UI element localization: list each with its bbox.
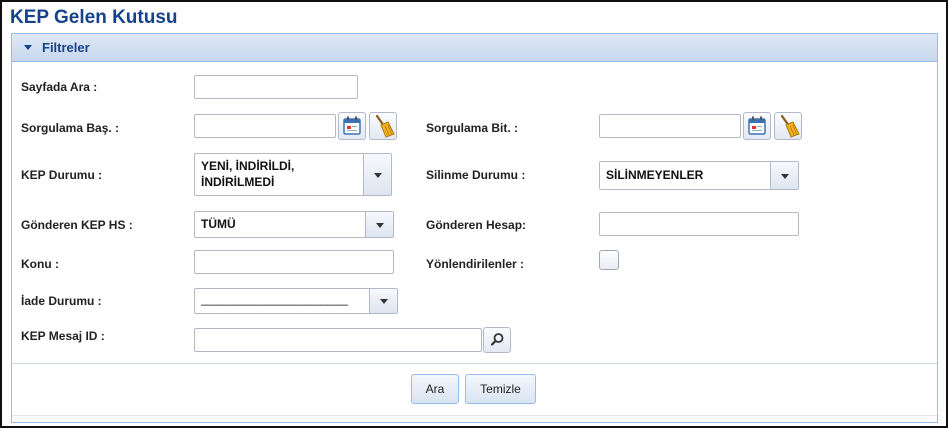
calendar-icon [343,116,361,135]
query-end-label: Sorgulama Bit. : [426,121,519,135]
magnifier-icon [490,333,504,346]
kep-message-id-input[interactable] [194,328,482,352]
kep-message-id-label: KEP Mesaj ID : [21,329,105,343]
kep-status-value-line1: YENİ, İNDİRİLDİ, [201,159,295,173]
filter-panel: Filtreler Sayfada Ara : Sorgulama Baş. : [11,33,938,423]
kep-status-value-line2: İNDİRİLMEDİ [201,175,275,189]
broom-icon [780,114,800,138]
sender-kep-hs-value: TÜMÜ [201,217,236,231]
deletion-status-label: Silinme Durumu : [426,168,526,182]
search-in-page-label: Sayfada Ara : [21,80,98,94]
query-end-calendar-button[interactable] [743,112,771,140]
kep-status-label: KEP Durumu : [21,168,103,182]
return-status-label: İade Durumu : [21,294,102,308]
query-start-date-input[interactable] [194,114,336,138]
query-start-calendar-button[interactable] [338,112,366,140]
deletion-status-value: SİLİNMEYENLER [606,168,704,182]
chevron-down-icon[interactable] [770,162,798,189]
query-end-clear-button[interactable] [774,112,802,140]
button-bar-separator [12,363,937,364]
page-title: KEP Gelen Kutusu [10,7,178,28]
calendar-icon [748,116,766,135]
chevron-down-icon[interactable] [369,289,397,313]
sender-kep-hs-select[interactable]: TÜMÜ [194,211,394,238]
filter-panel-title: Filtreler [42,40,90,55]
return-status-value: ______________________ [201,292,348,306]
kep-message-id-search-button[interactable] [483,327,511,353]
sender-kep-hs-label: Gönderen KEP HS : [21,218,133,232]
broom-icon [375,114,395,138]
subject-label: Konu : [21,257,59,271]
window-frame: KEP Gelen Kutusu Filtreler Sayfada Ara :… [0,0,948,428]
clear-button[interactable]: Temizle [465,374,536,404]
forwarded-label: Yönlendirilenler : [426,257,525,271]
sender-account-label: Gönderen Hesap: [426,218,527,232]
caret-down-icon[interactable] [24,45,32,50]
search-button[interactable]: Ara [411,374,459,404]
kep-status-select[interactable]: YENİ, İNDİRİLDİ, İNDİRİLMEDİ [194,153,392,196]
query-start-clear-button[interactable] [369,112,397,140]
panel-footer-line [12,415,937,416]
sender-account-input[interactable] [599,212,799,236]
query-end-date-input[interactable] [599,114,741,138]
return-status-select[interactable]: ______________________ [194,288,398,314]
query-start-label: Sorgulama Baş. : [21,121,120,135]
filter-panel-header[interactable]: Filtreler [12,34,937,62]
forwarded-checkbox[interactable] [599,250,619,270]
subject-input[interactable] [194,250,394,274]
search-in-page-input[interactable] [194,75,358,99]
chevron-down-icon[interactable] [363,154,391,195]
chevron-down-icon[interactable] [365,212,393,237]
deletion-status-select[interactable]: SİLİNMEYENLER [599,161,799,190]
